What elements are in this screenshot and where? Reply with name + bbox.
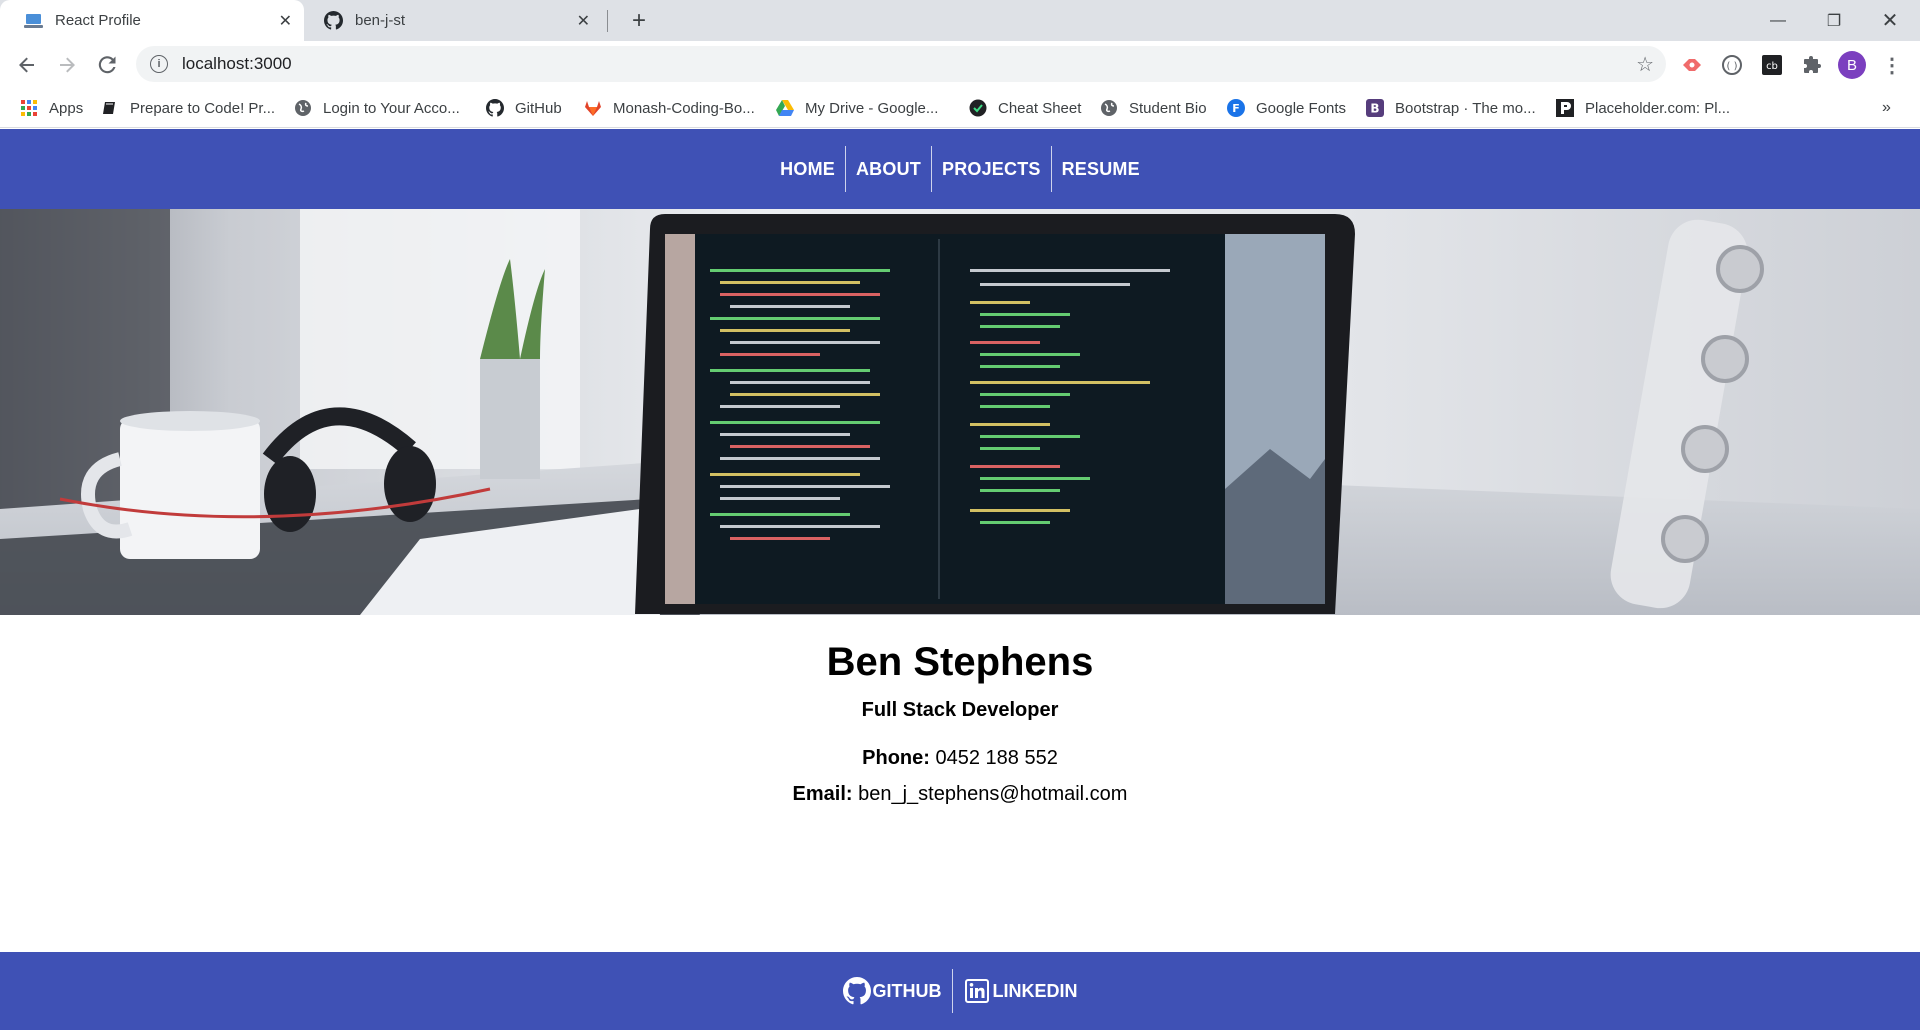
restore-button[interactable]: ❐ <box>1806 0 1862 41</box>
close-tab-icon[interactable]: ✕ <box>577 11 590 31</box>
bookmark-label: Cheat Sheet <box>998 99 1082 117</box>
footer-github-label: GITHUB <box>872 980 942 1001</box>
bookmark-label: Apps <box>49 99 84 117</box>
browser-tab-strip: React Profile ✕ ben-j-st ✕ + — ❐ ✕ <box>0 0 1920 41</box>
footer-linkedin-link[interactable]: LINKEDIN <box>951 969 1088 1013</box>
svg-text:( ): ( ) <box>1727 61 1738 72</box>
bookmark-label: Placeholder.com: Pl... <box>1585 99 1731 117</box>
extension-circle-icon[interactable]: ( ) <box>1718 51 1746 79</box>
svg-text:cb: cb <box>1766 61 1778 72</box>
forward-button[interactable] <box>51 49 83 81</box>
svg-text:F: F <box>1232 102 1240 115</box>
close-window-button[interactable]: ✕ <box>1862 0 1918 41</box>
footer-linkedin-label: LINKEDIN <box>992 980 1078 1001</box>
bookmark-login[interactable]: Login to Your Acco... <box>294 88 460 128</box>
back-arrow-icon <box>19 57 34 73</box>
bookmark-label: Prepare to Code! Pr... <box>130 99 276 117</box>
apps-grid-icon <box>20 99 38 117</box>
extension-cb-icon[interactable]: cb <box>1758 51 1786 79</box>
url-text: localhost:3000 <box>182 54 292 73</box>
profile-name: Ben Stephens <box>826 640 1094 684</box>
bookmark-label: Login to Your Acco... <box>323 99 460 117</box>
tab-divider <box>607 10 608 32</box>
bookmark-label: My Drive - Google... <box>805 99 939 117</box>
bookmark-label: Bootstrap · The mo... <box>1395 99 1536 117</box>
profile-section: Ben Stephens Full Stack Developer Phone:… <box>0 615 1920 952</box>
laptop-icon <box>24 11 43 30</box>
bookmarks-overflow-button[interactable]: » <box>1882 88 1891 128</box>
close-tab-icon[interactable]: ✕ <box>279 11 292 31</box>
google-fonts-icon: F <box>1227 99 1245 117</box>
browser-toolbar: i localhost:3000 ☆ ( ) cb B ⋮ <box>0 41 1920 88</box>
nav-home-link[interactable]: HOME <box>770 146 845 192</box>
tab-title: React Profile <box>55 12 141 29</box>
forward-arrow-icon <box>60 57 75 73</box>
hero-banner-image <box>0 209 1920 615</box>
bookmark-google-fonts[interactable]: F Google Fonts <box>1227 88 1346 128</box>
bookmark-cheat-sheet[interactable]: Cheat Sheet <box>969 88 1081 128</box>
new-tab-button[interactable]: + <box>624 6 654 36</box>
bookmark-placeholder[interactable]: Placeholder.com: Pl... <box>1556 88 1730 128</box>
nav-projects-link[interactable]: PROJECTS <box>930 146 1051 192</box>
workspace-illustration <box>0 209 1920 615</box>
bootstrap-icon: B <box>1366 99 1384 117</box>
google-drive-icon <box>776 99 794 117</box>
bookmark-prepare-to-code[interactable]: Prepare to Code! Pr... <box>101 88 275 128</box>
svg-text:B: B <box>1370 102 1379 116</box>
profile-phone: Phone: 0452 188 552 <box>0 747 1920 770</box>
nav-resume-link[interactable]: RESUME <box>1050 146 1150 192</box>
site-footer: GITHUB LINKEDIN <box>0 952 1920 1030</box>
email-label: Email: <box>792 783 853 805</box>
extension-red-icon[interactable] <box>1678 51 1706 79</box>
phone-value: 0452 188 552 <box>929 747 1058 769</box>
profile-avatar[interactable]: B <box>1838 51 1866 79</box>
bookmarks-bar: Apps Prepare to Code! Pr... Login to You… <box>0 88 1920 128</box>
site-info-icon[interactable]: i <box>150 55 168 73</box>
book-icon <box>101 99 119 117</box>
footer-github-link[interactable]: GITHUB <box>833 969 952 1013</box>
bookmark-label: Monash-Coding-Bo... <box>613 99 755 117</box>
cheat-sheet-icon <box>969 99 987 117</box>
placeholder-icon <box>1556 99 1574 117</box>
bookmark-student-bio[interactable]: Student Bio <box>1100 88 1207 128</box>
email-value: ben_j_stephens@hotmail.com <box>852 783 1128 805</box>
minimize-button[interactable]: — <box>1750 0 1806 41</box>
bookmark-star-icon[interactable]: ☆ <box>1636 52 1654 77</box>
bookmark-github[interactable]: GitHub <box>486 88 562 128</box>
bookmark-label: GitHub <box>515 99 562 117</box>
gitlab-icon <box>584 99 602 117</box>
bookmark-label: Google Fonts <box>1256 99 1347 117</box>
nav-about-link[interactable]: ABOUT <box>844 146 931 192</box>
linkedin-icon <box>963 977 991 1005</box>
tab-title: ben-j-st <box>355 12 406 29</box>
github-icon <box>842 977 871 1005</box>
reload-button[interactable] <box>91 49 123 81</box>
bookmark-monash[interactable]: Monash-Coding-Bo... <box>584 88 755 128</box>
phone-label: Phone: <box>862 747 930 769</box>
bookmark-apps[interactable]: Apps <box>20 88 83 128</box>
extensions-puzzle-icon[interactable] <box>1798 51 1826 79</box>
github-icon <box>486 99 504 117</box>
reload-icon <box>98 56 116 74</box>
github-icon <box>324 11 343 30</box>
bookmark-bootstrap[interactable]: B Bootstrap · The mo... <box>1366 88 1536 128</box>
profile-email: Email: ben_j_stephens@hotmail.com <box>0 783 1920 806</box>
menu-dots-icon[interactable]: ⋮ <box>1878 51 1906 79</box>
bookmark-my-drive[interactable]: My Drive - Google... <box>776 88 938 128</box>
site-navbar: HOME ABOUT PROJECTS RESUME <box>0 129 1920 209</box>
bookmark-label: Student Bio <box>1129 99 1207 117</box>
address-bar[interactable]: i localhost:3000 ☆ <box>136 46 1666 82</box>
profile-role: Full Stack Developer <box>861 699 1059 721</box>
globe-icon <box>294 99 312 117</box>
back-button[interactable] <box>11 49 43 81</box>
tab-github[interactable]: ben-j-st ✕ <box>304 0 608 41</box>
tab-react-profile[interactable]: React Profile ✕ <box>0 0 304 41</box>
globe-icon <box>1100 99 1118 117</box>
